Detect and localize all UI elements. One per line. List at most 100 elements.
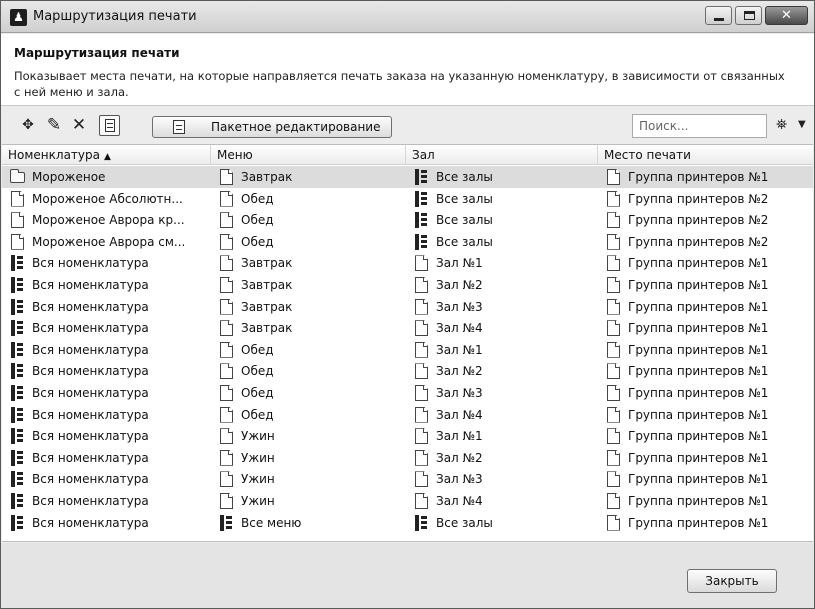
table-cell: Вся номенклатура [2,468,211,490]
cell-text: Ужин [241,429,275,444]
table-cell: Мороженое Аврора см... [2,231,211,253]
table-row[interactable]: Мороженое Аврора см... Обед Все залы Группа… [2,231,813,253]
table-row[interactable]: Вся номенклатура Ужин Зал №3 Группа принтер… [2,468,813,490]
table-row[interactable]: Вся номенклатура Ужин Зал №1 Группа принтер… [2,425,813,447]
table-row[interactable]: Вся номенклатура Завтрак Зал №1 Группа прин… [2,252,813,274]
document-icon [607,514,620,531]
cell-text: Вся номенклатура [32,256,149,271]
document-icon [607,449,620,466]
document-icon [415,320,428,337]
document-icon [415,406,428,423]
table-row[interactable]: Вся номенклатура Обед Зал №2 Группа принтер… [2,360,813,382]
document-icon [607,298,620,315]
table-row[interactable]: Вся номенклатура Завтрак Зал №4 Группа прин… [2,317,813,339]
table-cell: Вся номенклатура [2,274,211,296]
hierarchy-icon [11,255,23,272]
table-cell: Все залы [406,166,598,188]
cell-text: Завтрак [241,278,293,292]
document-icon [220,406,233,423]
hierarchy-icon [11,385,23,401]
maximize-button[interactable] [735,6,762,25]
table-row[interactable]: Вся номенклатура Обед Зал №1 Группа принтер… [2,339,813,361]
edit-icon[interactable]: ✎ [46,117,62,134]
window-controls: ✕ [705,6,808,26]
cell-text: Группа принтеров №1 [628,278,769,292]
table-cell: Группа принтеров №2 [598,209,813,231]
minimize-button[interactable] [705,6,732,25]
document-icon [607,363,620,380]
table-cell: Вся номенклатура [2,425,211,447]
document-icon [415,449,428,466]
table-cell: Зал №1 [406,252,598,274]
document-icon [607,320,620,337]
folder-icon [10,169,25,183]
delete-icon[interactable]: ✕ [71,117,87,134]
cell-text: Все меню [241,515,302,530]
table-cell: Завтрак [211,317,406,339]
minimize-icon [714,18,724,21]
column-header-item[interactable]: Номенклатура ▲ [2,145,211,165]
cell-text: Группа принтеров №1 [628,342,769,357]
cell-text: Вся номенклатура [32,407,149,422]
cell-text: Зал №1 [436,429,483,444]
close-window-button[interactable]: ✕ [765,6,808,25]
add-icon[interactable]: ✥ [20,117,36,133]
document-icon [607,169,620,185]
table-cell: Группа принтеров №1 [598,404,813,426]
cell-text: Группа принтеров №1 [628,170,769,184]
table-cell: Зал №2 [406,274,598,296]
table-row[interactable]: Вся номенклатура Ужин Зал №4 Группа принтер… [2,490,813,512]
cell-text: Группа принтеров №1 [628,450,769,465]
document-icon [220,428,233,445]
details-toggle-button[interactable] [99,115,120,136]
cell-text: Зал №4 [436,321,483,336]
table-row[interactable]: Вся номенклатура Обед Зал №3 Группа принтер… [2,382,813,404]
table-cell: Группа принтеров №2 [598,188,813,210]
table-row[interactable]: Вся номенклатура Обед Зал №4 Группа принтер… [2,404,813,426]
search-input[interactable] [632,114,767,138]
table-row[interactable]: Мороженое Аврора кр... Обед Все залы Группа… [2,209,813,231]
table-cell: Зал №3 [406,382,598,404]
cell-text: Все залы [436,213,493,228]
table-cell: Завтрак [211,166,406,188]
table-cell: Группа принтеров №1 [598,296,813,318]
cell-text: Вся номенклатура [32,472,149,487]
cell-text: Зал №3 [436,472,483,487]
binoculars-icon[interactable]: ⛯ [776,117,787,133]
cell-text: Обед [241,191,274,206]
cell-text: Завтрак [241,256,293,271]
close-button[interactable]: Закрыть [687,569,777,593]
routing-table: Номенклатура ▲ Меню Зал Место печати Моро… [2,144,813,542]
hierarchy-icon [415,169,427,185]
cell-text: Мороженое Аврора кр... [32,213,185,228]
document-icon [11,212,24,229]
hierarchy-icon [11,406,23,423]
column-header-hall[interactable]: Зал [406,145,598,165]
table-cell: Зал №4 [406,490,598,512]
document-icon [607,428,620,445]
table-row[interactable]: Вся номенклатура Ужин Зал №2 Группа принтер… [2,447,813,469]
app-user-icon: ♟ [10,9,27,26]
column-header-menu[interactable]: Меню [211,145,406,165]
table-cell: Все залы [406,512,598,534]
chevron-down-icon[interactable]: ▼ [798,119,806,130]
batch-edit-button[interactable]: Пакетное редактирование [152,116,392,138]
hierarchy-icon [220,514,232,531]
cell-text: Ужин [241,450,275,465]
table-row[interactable]: Вся номенклатура Завтрак Зал №2 Группа прин… [2,274,813,296]
cell-text: Зал №4 [436,407,483,422]
checklist-icon [173,120,185,134]
close-icon: ✕ [781,8,792,23]
table-row[interactable]: Мороженое Абсолютн... Обед Все залы Группа … [2,188,813,210]
document-icon [415,341,428,358]
column-header-print-place[interactable]: Место печати [598,145,813,165]
table-row[interactable]: Вся номенклатура Завтрак Зал №3 Группа прин… [2,296,813,318]
table-row[interactable]: Мороженое Завтрак Все залы Группа принтеров… [2,166,813,188]
table-row[interactable]: Вся номенклатура Все меню Все залы Группа п… [2,512,813,534]
cell-text: Группа принтеров №1 [628,429,769,444]
cell-text: Группа принтеров №2 [628,213,769,228]
hierarchy-icon [11,320,23,337]
cell-text: Обед [241,386,274,400]
toolbar: ✥ ✎ ✕ Пакетное редактирование ⛯ ▼ [1,107,814,142]
cell-text: Зал №4 [436,494,483,508]
